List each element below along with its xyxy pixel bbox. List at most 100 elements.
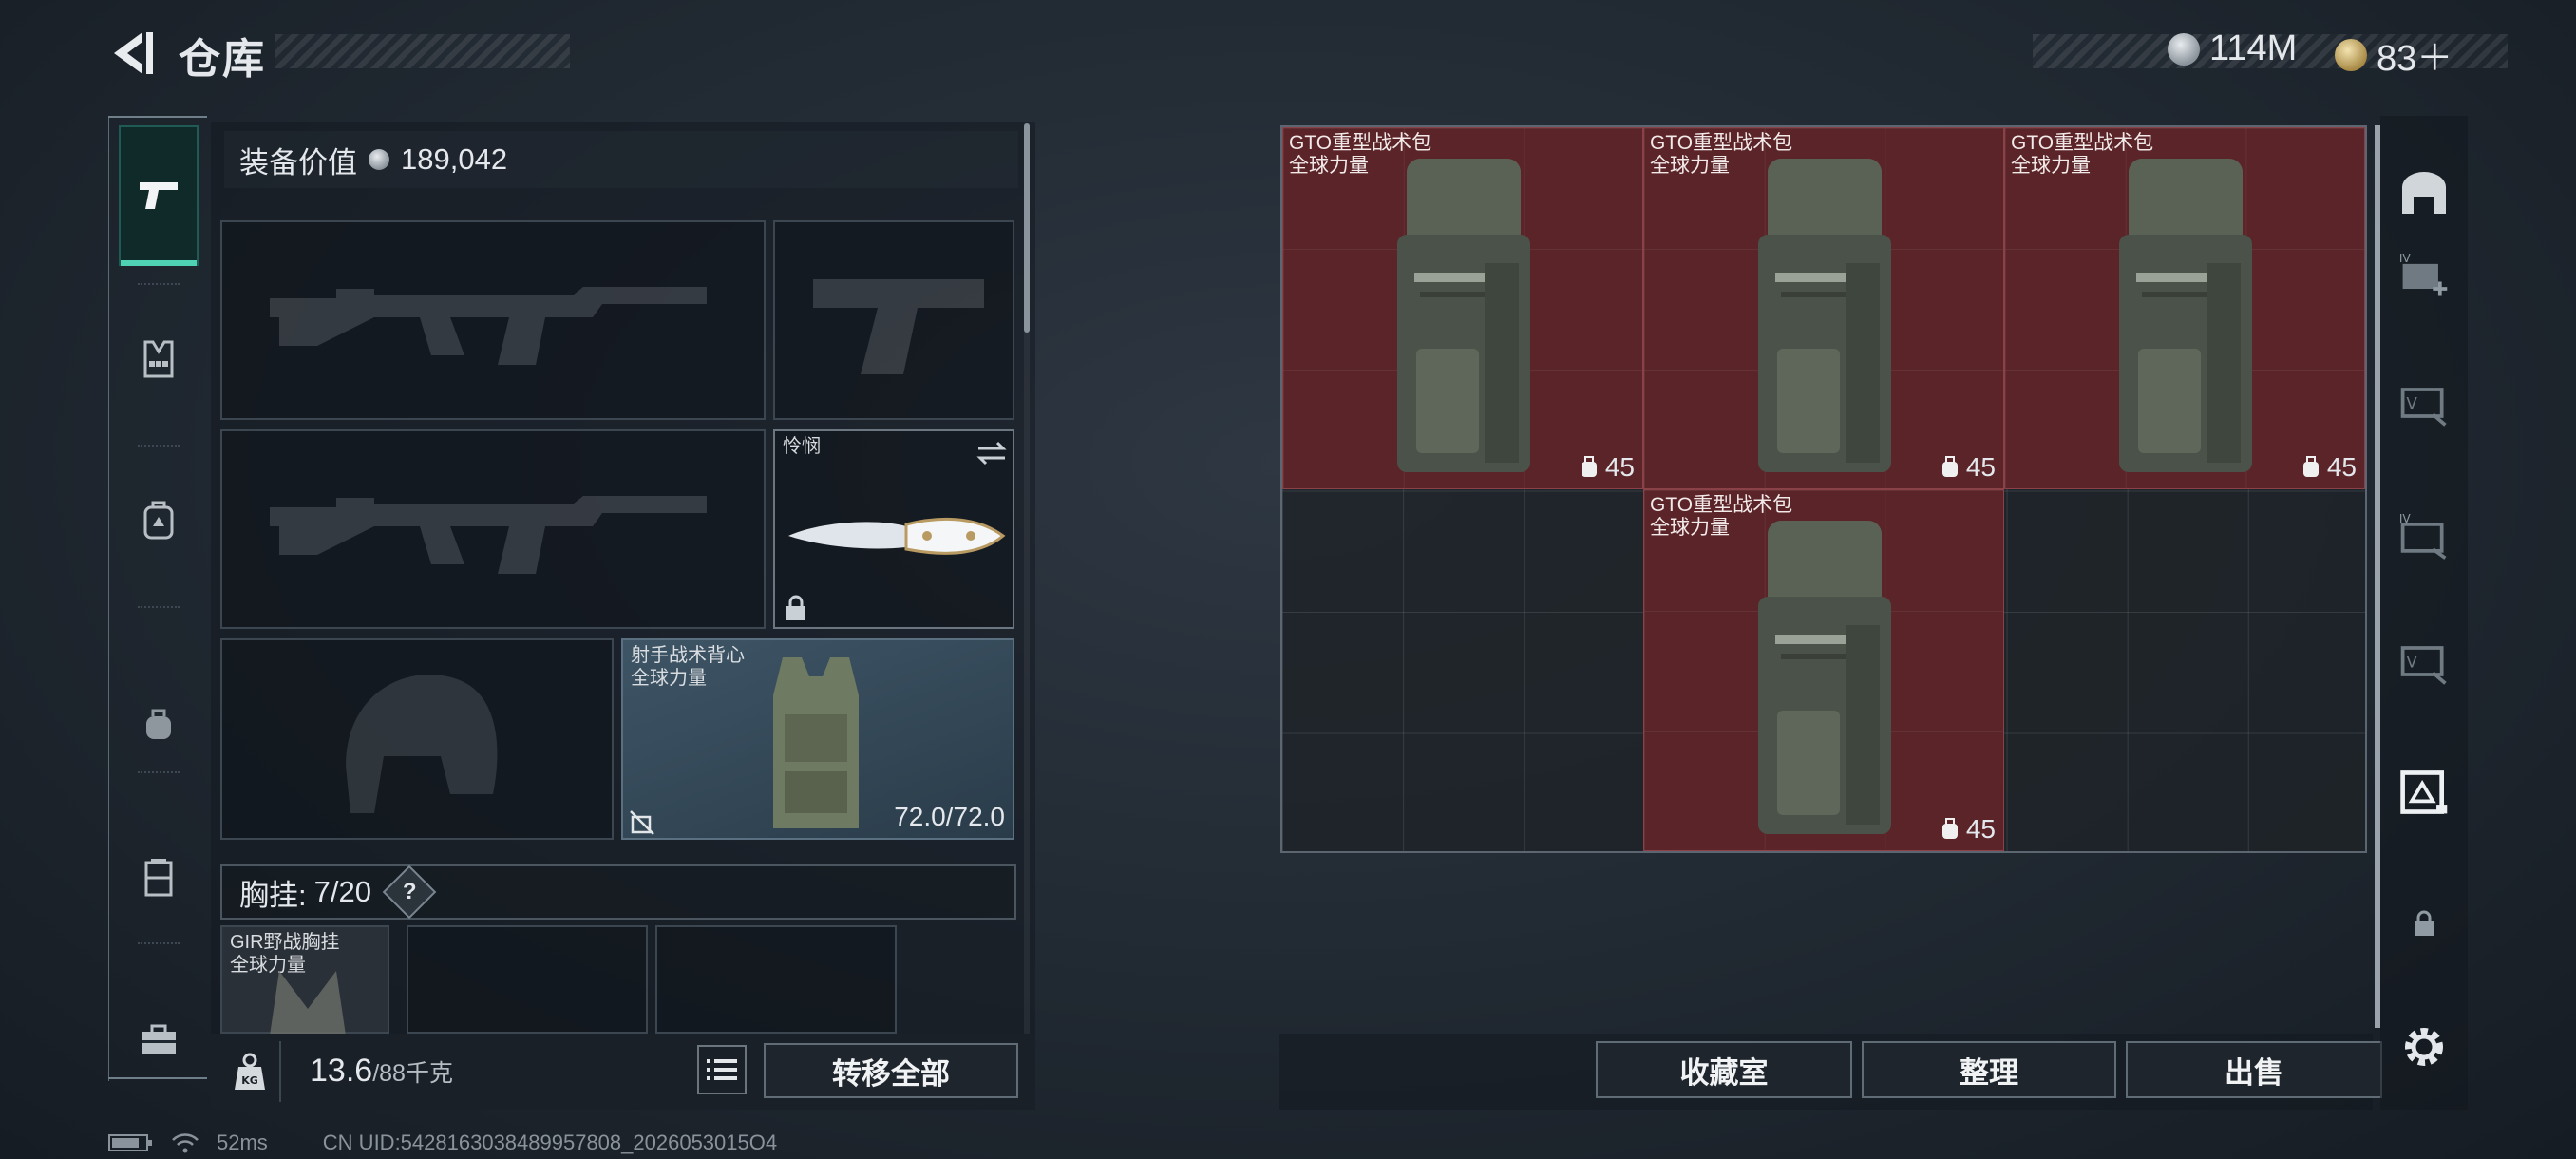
chest-rig-header: 胸挂: 7/20 ? xyxy=(220,864,1016,920)
nav-bottom-line xyxy=(108,1077,207,1079)
tactical-backpack-icon xyxy=(1758,159,1891,472)
battery-icon xyxy=(108,1134,152,1151)
svg-text:IV: IV xyxy=(2399,252,2412,265)
tactical-backpack-icon xyxy=(2119,159,2252,472)
nav-chest-rig[interactable] xyxy=(119,289,199,429)
keycard-icon: V xyxy=(2400,646,2447,685)
armor-name: 射手战术背心 xyxy=(631,645,745,666)
settings-button[interactable] xyxy=(2397,1020,2451,1074)
nav-toolbox[interactable] xyxy=(119,969,199,1110)
chest-rig-capacity: 7/20 xyxy=(313,875,371,908)
secondary-weapon-slot[interactable] xyxy=(220,429,766,629)
collection-room-button[interactable]: 收藏室 xyxy=(1596,1041,1852,1098)
chest-rig-cell[interactable] xyxy=(407,925,648,1034)
carry-weight-max: /88千克 xyxy=(372,1060,453,1087)
capacity-icon xyxy=(2302,456,2319,477)
list-view-button[interactable] xyxy=(697,1045,747,1094)
backpack-item[interactable]: GTO重型战术包 全球力量 45 xyxy=(1282,127,1643,489)
keycard-icon: V xyxy=(2400,388,2447,427)
pistol-icon xyxy=(813,279,984,374)
transfer-all-button[interactable]: 转移全部 xyxy=(764,1043,1018,1098)
primary-weapon-slot[interactable] xyxy=(220,220,766,420)
keycard-icon: IV xyxy=(2399,512,2447,560)
armor-slot[interactable]: 射手战术背心 全球力量 72.0/72.0 xyxy=(621,638,1014,840)
tactical-backpack-icon xyxy=(1397,159,1530,472)
rifle-icon xyxy=(270,496,707,574)
svg-text:IV: IV xyxy=(2399,512,2412,525)
carry-weight: 13.6/88千克 xyxy=(310,1053,453,1090)
ping-value: 52ms xyxy=(217,1130,268,1154)
currency-silver[interactable]: 114M xyxy=(2168,28,2297,69)
backpack-grid[interactable]: GTO重型战术包 全球力量 45 GTO重型战术包 全球力量 45 GTO重型战… xyxy=(1280,125,2367,853)
sidebar-safe-button[interactable] xyxy=(2397,167,2451,220)
item-count: 45 xyxy=(1940,452,1996,483)
nav-top-line xyxy=(108,116,207,118)
kg-icon: KG xyxy=(235,1053,265,1090)
sidebar-locked-slot[interactable] xyxy=(2397,897,2451,950)
silver-coin-icon xyxy=(369,149,389,170)
organize-button[interactable]: 整理 xyxy=(1862,1041,2116,1098)
armor-faction: 全球力量 xyxy=(631,668,707,689)
category-nav xyxy=(108,116,208,1081)
player-uid: CN UID:5428163038489957808_2026053015O4 xyxy=(322,1130,778,1154)
sidebar-card-iv-1[interactable]: IV xyxy=(2397,249,2451,302)
armor-durability: 72.0/72.0 xyxy=(894,802,1005,831)
rig-name: GIR野战胸挂 xyxy=(230,932,340,953)
back-arrow-icon xyxy=(114,32,153,74)
backpack-item[interactable]: GTO重型战术包 全球力量 45 xyxy=(1643,489,2004,851)
nav-weapons[interactable] xyxy=(119,125,199,266)
nav-container[interactable] xyxy=(119,808,199,948)
weight-icon-box: KG xyxy=(220,1041,281,1102)
equipment-value-label: 装备价值 xyxy=(239,145,357,180)
currency-silver-value: 114M xyxy=(2209,28,2298,68)
svg-text:V: V xyxy=(2406,653,2417,672)
lock-icon xyxy=(786,595,805,620)
silver-coin-icon xyxy=(2168,32,2200,66)
status-bar: 52ms CN UID:5428163038489957808_20260530… xyxy=(108,1130,777,1155)
item-count-value: 45 xyxy=(2326,452,2357,482)
armor-label: 射手战术背心 全球力量 xyxy=(631,644,745,690)
backpack-item[interactable]: GTO重型战术包 全球力量 45 xyxy=(1643,127,2004,489)
item-count: 45 xyxy=(1579,452,1635,483)
svg-text:KG: KG xyxy=(241,1074,258,1087)
item-count: 45 xyxy=(1940,814,1996,845)
svg-text:V: V xyxy=(2406,394,2417,413)
melee-slot[interactable]: 怜悯 xyxy=(773,429,1014,629)
chest-rig-help-button[interactable]: ? xyxy=(382,864,437,920)
chest-rig-label: 胸挂: xyxy=(239,878,307,912)
no-repair-icon xyxy=(630,810,654,835)
sidebar-card-v-1[interactable]: V xyxy=(2397,376,2451,429)
vest-icon xyxy=(773,657,859,828)
equipment-value: 装备价值 189,042 xyxy=(224,131,1018,188)
melee-name: 怜悯 xyxy=(783,436,821,457)
pistol-icon xyxy=(140,182,178,209)
sell-button[interactable]: 出售 xyxy=(2126,1041,2382,1098)
title-decoration xyxy=(275,34,570,68)
list-icon xyxy=(707,1059,737,1080)
nav-backpack[interactable] xyxy=(119,450,199,591)
scrollbar-thumb[interactable] xyxy=(1024,124,1030,332)
backpack-item[interactable]: GTO重型战术包 全球力量 45 xyxy=(2004,127,2365,489)
sidearm-slot[interactable] xyxy=(773,220,1014,420)
capacity-icon xyxy=(1941,456,1958,477)
lock-icon xyxy=(2415,910,2434,936)
currency-gold[interactable]: 83＋ xyxy=(2335,28,2453,81)
item-count-value: 45 xyxy=(1965,452,1996,482)
gear-icon xyxy=(2405,1028,2443,1066)
backpack-icon xyxy=(143,501,174,540)
swap-icon[interactable] xyxy=(975,439,1009,467)
helmet-slot[interactable] xyxy=(220,638,614,840)
sidebar-scrollbar[interactable] xyxy=(2375,125,2380,1028)
sidebar-card-iv-2[interactable]: IV xyxy=(2397,509,2451,562)
page-title: 仓库 xyxy=(179,36,266,83)
wifi-icon xyxy=(172,1133,199,1153)
chest-rig-item[interactable]: GIR野战胸挂 全球力量 xyxy=(220,925,389,1036)
equipment-value-amount: 189,042 xyxy=(401,142,508,176)
tactical-backpack-icon xyxy=(1758,521,1891,834)
back-button[interactable] xyxy=(106,27,160,80)
sidebar-card-v-2[interactable]: V xyxy=(2397,635,2451,688)
toolbox-icon xyxy=(142,1024,176,1054)
chest-rig-cell[interactable] xyxy=(655,925,897,1034)
currency-gold-value: 83＋ xyxy=(2377,39,2453,79)
sidebar-container-active[interactable] xyxy=(2397,766,2451,819)
